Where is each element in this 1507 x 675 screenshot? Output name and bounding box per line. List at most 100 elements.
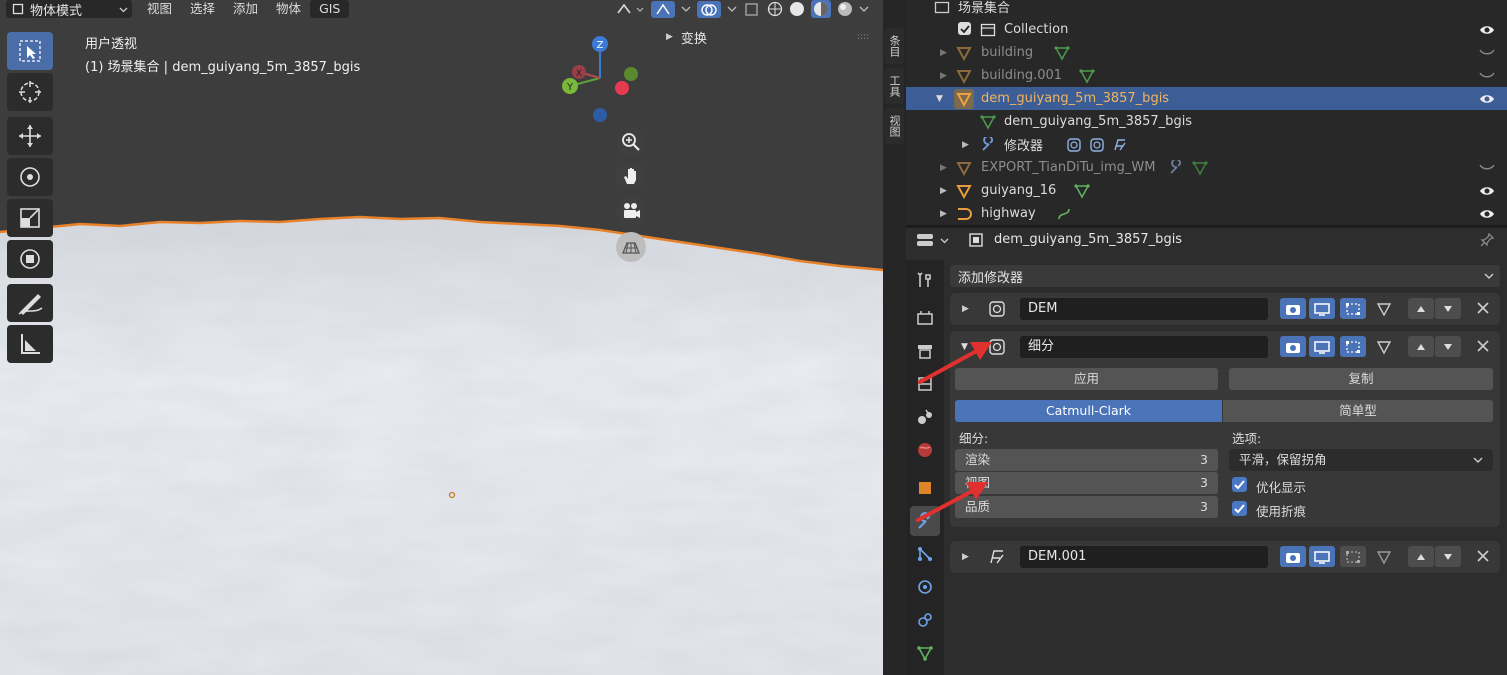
pivot-icon[interactable] — [615, 1, 645, 17]
chevron-down-icon[interactable] — [681, 4, 691, 14]
viewport-toggle-button[interactable] — [1309, 298, 1335, 319]
cage-toggle-button[interactable] — [1371, 298, 1397, 319]
eye-icon[interactable] — [1479, 24, 1495, 36]
checkbox-icon[interactable] — [958, 22, 971, 35]
mode-selector[interactable]: 物体模式 — [6, 0, 132, 19]
close-icon[interactable] — [1476, 301, 1490, 315]
transform-tool[interactable] — [7, 240, 53, 278]
gizmo-toggle-icon[interactable] — [651, 0, 675, 18]
chevron-down-icon[interactable] — [859, 4, 869, 14]
outliner-row-export[interactable]: ▶ EXPORT_TianDiTu_img_WM — [906, 156, 1507, 179]
pin-icon[interactable] — [1479, 232, 1495, 248]
expand-triangle-icon[interactable]: ▶ — [940, 163, 947, 173]
select-box-tool[interactable] — [7, 32, 53, 70]
use-creases-checkbox[interactable] — [1232, 501, 1247, 516]
move-up-button[interactable] — [1408, 336, 1434, 357]
expand-triangle-icon[interactable]: ▶ — [940, 186, 947, 196]
expand-triangle-icon[interactable]: ▶ — [940, 48, 947, 58]
modifier-name-field[interactable]: 细分 — [1020, 336, 1268, 358]
outliner-row-dem[interactable]: ▼ dem_guiyang_5m_3857_bgis — [906, 87, 1507, 110]
modifier-name-field[interactable]: DEM.001 — [1020, 546, 1268, 568]
expand-triangle-icon[interactable]: ▶ — [940, 209, 947, 219]
tab-physics[interactable] — [910, 572, 940, 602]
outliner-row-building-001[interactable]: ▶ building.001 — [906, 64, 1507, 87]
expand-triangle-icon[interactable]: ▶ — [962, 140, 969, 150]
render-toggle-button[interactable] — [1280, 298, 1306, 319]
collapse-triangle-icon[interactable]: ▼ — [936, 94, 943, 104]
tab-world[interactable] — [910, 435, 940, 465]
editmode-toggle-button[interactable] — [1340, 546, 1366, 567]
tab-object[interactable] — [910, 473, 940, 503]
outliner-root[interactable]: 场景集合 — [906, 0, 1507, 18]
overlay-toggle-icon[interactable] — [697, 0, 721, 18]
drag-handle-icon[interactable]: :::: — [857, 32, 869, 42]
outliner-row-guiyang[interactable]: ▶ guiyang_16 — [906, 179, 1507, 202]
simple-toggle[interactable]: 简单型 — [1223, 400, 1493, 422]
tab-render[interactable] — [910, 303, 940, 333]
tab-constraints[interactable] — [910, 605, 940, 635]
material-shading-icon[interactable] — [811, 0, 831, 18]
wireframe-shading-icon[interactable] — [767, 1, 783, 17]
tab-tool-label[interactable]: 工具 — [884, 68, 904, 104]
move-up-button[interactable] — [1408, 546, 1434, 567]
menu-gis[interactable]: GIS — [310, 0, 350, 18]
outliner-row-highway[interactable]: ▶ highway — [906, 202, 1507, 225]
move-up-button[interactable] — [1408, 298, 1434, 319]
render-toggle-button[interactable] — [1280, 336, 1306, 357]
navigation-gizmo[interactable]: Z X Y — [555, 32, 645, 124]
expand-triangle-icon[interactable]: ▶ — [962, 304, 969, 314]
viewport-levels-field[interactable]: 视图 3 — [955, 472, 1218, 494]
editmode-toggle-button[interactable] — [1340, 298, 1366, 319]
expand-triangle-icon[interactable]: ▶ — [940, 71, 947, 81]
tab-particles[interactable] — [910, 539, 940, 569]
scale-tool[interactable] — [7, 199, 53, 237]
cursor-tool[interactable] — [7, 73, 53, 111]
ortho-toggle-button[interactable] — [616, 232, 646, 262]
tab-view-layer[interactable] — [910, 369, 940, 399]
catmull-clark-toggle[interactable]: Catmull-Clark — [955, 400, 1222, 422]
annotate-tool[interactable] — [7, 284, 53, 322]
viewport-toggle-button[interactable] — [1309, 336, 1335, 357]
editor-type-selector[interactable] — [916, 232, 949, 248]
expand-triangle-icon[interactable]: ▶ — [962, 552, 969, 562]
close-icon[interactable] — [1476, 339, 1490, 353]
move-down-button[interactable] — [1435, 336, 1461, 357]
menu-add[interactable]: 添加 — [224, 0, 267, 18]
eye-icon[interactable] — [1479, 208, 1495, 220]
tab-scene[interactable] — [910, 402, 940, 432]
eye-icon[interactable] — [1479, 93, 1495, 105]
eye-closed-icon[interactable] — [1479, 162, 1495, 174]
uv-smooth-dropdown[interactable]: 平滑，保留拐角 — [1229, 449, 1493, 471]
outliner-row-collection[interactable]: Collection — [906, 18, 1507, 41]
cage-toggle-button[interactable] — [1371, 546, 1397, 567]
render-levels-field[interactable]: 渲染 3 — [955, 449, 1218, 471]
pan-button[interactable] — [616, 161, 646, 191]
tab-item-label[interactable]: 条目 — [884, 28, 904, 64]
3d-viewport[interactable]: 物体模式 视图 选择 添加 物体 GIS 用户透视 (1) 场景集合 | dem… — [0, 0, 883, 675]
measure-tool[interactable] — [7, 325, 53, 363]
tab-modifiers[interactable] — [910, 506, 940, 536]
transform-panel-header[interactable]: ▶ 变换 :::: — [660, 26, 875, 48]
zoom-button[interactable] — [616, 127, 646, 157]
chevron-down-icon[interactable] — [727, 4, 737, 14]
viewport-toggle-button[interactable] — [1309, 546, 1335, 567]
camera-view-button[interactable] — [616, 196, 646, 226]
move-tool[interactable] — [7, 117, 53, 155]
tab-tool[interactable] — [910, 265, 940, 295]
menu-view[interactable]: 视图 — [138, 0, 181, 18]
add-modifier-dropdown[interactable]: 添加修改器 — [950, 265, 1500, 287]
move-down-button[interactable] — [1435, 546, 1461, 567]
eye-closed-icon[interactable] — [1479, 47, 1495, 59]
tab-output[interactable] — [910, 336, 940, 366]
tab-view-label[interactable]: 视图 — [884, 108, 904, 144]
move-down-button[interactable] — [1435, 298, 1461, 319]
render-toggle-button[interactable] — [1280, 546, 1306, 567]
close-icon[interactable] — [1476, 549, 1490, 563]
solid-shading-icon[interactable] — [789, 1, 805, 17]
rotate-tool[interactable] — [7, 158, 53, 196]
menu-object[interactable]: 物体 — [267, 0, 310, 18]
cage-toggle-button[interactable] — [1371, 336, 1397, 357]
editmode-toggle-button[interactable] — [1340, 336, 1366, 357]
copy-button[interactable]: 复制 — [1229, 368, 1493, 390]
apply-button[interactable]: 应用 — [955, 368, 1218, 390]
